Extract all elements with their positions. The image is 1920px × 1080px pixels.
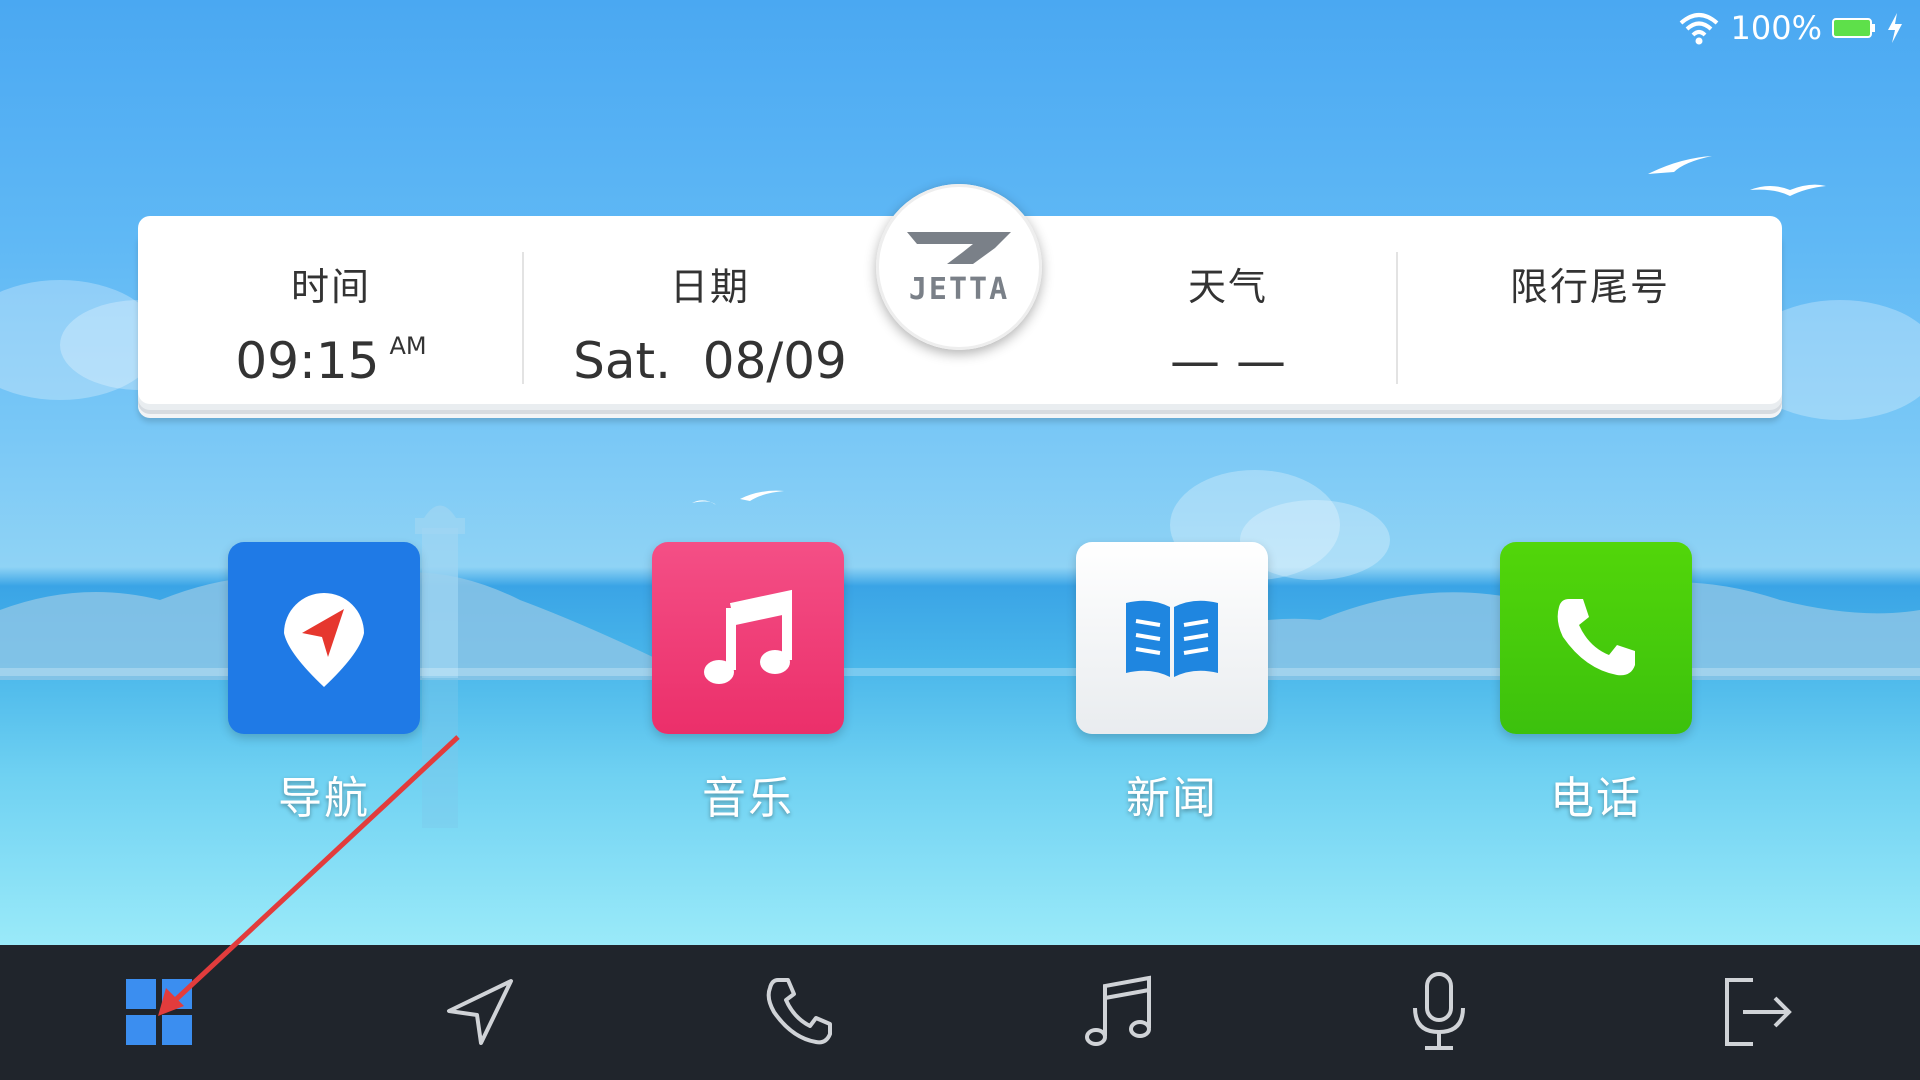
restriction-label: 限行尾号 <box>1509 265 1670 309</box>
time-widget[interactable]: 时间 09:15 AM <box>138 216 524 404</box>
dock-apps-button[interactable] <box>114 967 204 1057</box>
phone-app-tile[interactable] <box>1500 542 1692 734</box>
wifi-icon <box>1679 13 1718 45</box>
jetta-emblem-icon <box>907 231 1011 264</box>
dock-navigation-button[interactable] <box>435 967 525 1057</box>
app-music[interactable]: 音乐 <box>652 542 844 826</box>
time-ampm: AM <box>389 332 427 360</box>
jetta-logo: JETTA <box>876 184 1042 350</box>
app-label: 新闻 <box>1126 773 1218 824</box>
date-value: Sat. 08/09 <box>573 332 847 390</box>
date-label: 日期 <box>669 265 750 309</box>
news-icon <box>1126 600 1218 677</box>
logo-text: JETTA <box>908 271 1010 307</box>
date-widget[interactable]: 日期 Sat. 08/09 <box>524 216 896 404</box>
music-note-icon <box>1085 975 1151 1046</box>
navigation-icon <box>284 593 364 687</box>
exit-icon <box>1725 978 1792 1046</box>
dock-music-button[interactable] <box>1074 967 1164 1057</box>
music-app-tile[interactable] <box>652 542 844 734</box>
birds-small-graphic <box>692 490 784 505</box>
dock-phone-button[interactable] <box>755 967 845 1057</box>
weather-value: — — <box>1170 332 1286 390</box>
app-navigation[interactable]: 导航 <box>228 542 420 826</box>
time-value: 09:15 AM <box>235 332 427 390</box>
app-label: 电话 <box>1550 773 1642 824</box>
status-bar: 100% <box>1677 8 1904 48</box>
apps-grid-icon <box>126 979 192 1045</box>
charging-icon <box>1888 13 1902 43</box>
navigation-app-tile[interactable] <box>228 542 420 734</box>
phone-icon <box>1557 599 1635 676</box>
battery-icon <box>1832 18 1875 38</box>
news-app-tile[interactable] <box>1076 542 1268 734</box>
dock-exit-button[interactable] <box>1714 967 1804 1057</box>
restriction-widget[interactable]: 限行尾号 <box>1398 216 1782 404</box>
music-icon <box>704 589 792 684</box>
weather-widget[interactable]: 天气 — — <box>1038 216 1418 404</box>
bottom-dock <box>0 945 1920 1080</box>
app-label: 导航 <box>278 773 370 824</box>
dock-voice-button[interactable] <box>1394 967 1484 1057</box>
phone-icon <box>766 978 832 1045</box>
app-news[interactable]: 新闻 <box>1076 542 1268 826</box>
birds-graphic <box>1648 156 1826 196</box>
weather-label: 天气 <box>1187 265 1268 309</box>
battery-percent: 100% <box>1730 9 1822 47</box>
app-phone[interactable]: 电话 <box>1500 542 1692 826</box>
navigate-arrow-icon <box>447 979 513 1045</box>
microphone-icon <box>1413 972 1465 1050</box>
time-label: 时间 <box>290 265 371 309</box>
app-label: 音乐 <box>702 773 794 824</box>
